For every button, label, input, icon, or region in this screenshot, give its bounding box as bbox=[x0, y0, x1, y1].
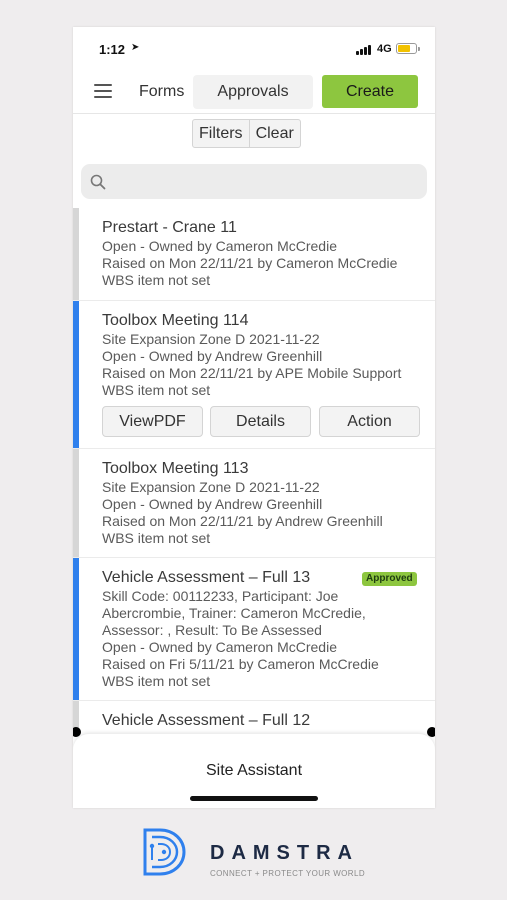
clear-button[interactable]: Clear bbox=[250, 120, 300, 147]
brand-name: DAMSTRA bbox=[210, 842, 359, 864]
view-pdf-button[interactable]: ViewPDF bbox=[102, 406, 203, 437]
card-line: Raised on Fri 5/11/21 by Cameron McCredi… bbox=[102, 656, 379, 672]
bottom-sheet: Site Assistant bbox=[73, 734, 435, 808]
details-button[interactable]: Details bbox=[210, 406, 311, 437]
home-indicator[interactable] bbox=[190, 796, 318, 801]
card-actions: ViewPDF Details Action bbox=[102, 406, 420, 437]
card-line: WBS item not set bbox=[102, 673, 211, 689]
search-icon bbox=[90, 174, 106, 190]
action-button[interactable]: Action bbox=[319, 406, 420, 437]
list-item-toolbox-meeting-114[interactable]: Toolbox Meeting 114 Site Expansion Zone … bbox=[73, 301, 435, 449]
status-bar: 1:12 ➤ 4G bbox=[73, 27, 435, 71]
signal-icon bbox=[356, 45, 374, 55]
status-badge: Approved bbox=[362, 572, 417, 586]
card-line: Abercrombie, Trainer: Cameron McCredie, bbox=[102, 605, 366, 621]
card-title: Toolbox Meeting 113 bbox=[102, 460, 249, 477]
list-item-toolbox-meeting-113[interactable]: Toolbox Meeting 113 Site Expansion Zone … bbox=[73, 449, 435, 558]
list-item-vehicle-assessment-13[interactable]: Vehicle Assessment – Full 13 Approved Sk… bbox=[73, 558, 435, 701]
hamburger-menu-icon[interactable] bbox=[94, 83, 112, 99]
card-line: WBS item not set bbox=[102, 530, 211, 546]
status-bar-indicator bbox=[73, 208, 79, 300]
card-line: Open - Owned by Cameron McCredie bbox=[102, 639, 337, 655]
card-line: Open - Owned by Andrew Greenhill bbox=[102, 496, 323, 512]
card-title: Vehicle Assessment – Full 13 bbox=[102, 569, 311, 586]
card-line: Raised on Mon 22/11/21 by APE Mobile Sup… bbox=[102, 365, 402, 381]
search-bar bbox=[81, 164, 427, 199]
card-line: WBS item not set bbox=[102, 382, 211, 398]
filter-bar: Filters Clear bbox=[192, 119, 301, 148]
sheet-corner-right bbox=[427, 727, 435, 737]
toolbar: Forms Approvals Create bbox=[73, 71, 435, 113]
list-item-vehicle-assessment-12[interactable]: Vehicle Assessment – Full 12 bbox=[73, 701, 435, 733]
brand-footer: DAMSTRA CONNECT + PROTECT YOUR WORLD bbox=[140, 826, 380, 882]
toolbar-divider bbox=[73, 113, 435, 114]
search-input[interactable] bbox=[113, 169, 413, 194]
card-line: Raised on Mon 22/11/21 by Andrew Greenhi… bbox=[102, 513, 383, 529]
card-line: Site Expansion Zone D 2021-11-22 bbox=[102, 331, 320, 347]
status-bar-indicator bbox=[73, 301, 79, 448]
status-bar-indicator bbox=[73, 558, 79, 700]
list-item-prestart-crane-11[interactable]: Prestart - Crane 11 Open - Owned by Came… bbox=[73, 208, 435, 301]
brand-tagline: CONNECT + PROTECT YOUR WORLD bbox=[210, 869, 365, 878]
damstra-logo-icon bbox=[143, 828, 186, 876]
card-line: Site Expansion Zone D 2021-11-22 bbox=[102, 479, 320, 495]
forms-list: Prestart - Crane 11 Open - Owned by Came… bbox=[73, 208, 435, 733]
card-line: Assessor: , Result: To Be Assessed bbox=[102, 622, 322, 638]
create-button[interactable]: Create bbox=[322, 75, 418, 108]
card-line: Raised on Mon 22/11/21 by Cameron McCred… bbox=[102, 255, 398, 271]
card-line: Open - Owned by Cameron McCredie bbox=[102, 238, 337, 254]
card-line: Open - Owned by Andrew Greenhill bbox=[102, 348, 323, 364]
status-bar-indicator bbox=[73, 449, 79, 557]
network-type: 4G bbox=[377, 43, 392, 55]
tab-forms[interactable]: Forms bbox=[139, 75, 184, 109]
card-line: Skill Code: 00112233, Participant: Joe bbox=[102, 588, 339, 604]
location-arrow-icon: ➤ bbox=[131, 42, 140, 53]
battery-icon bbox=[396, 43, 420, 54]
tab-approvals[interactable]: Approvals bbox=[193, 75, 313, 109]
card-title: Toolbox Meeting 114 bbox=[102, 312, 249, 329]
site-assistant-button[interactable]: Site Assistant bbox=[73, 762, 435, 780]
phone-screen: 1:12 ➤ 4G Forms Approvals Create Filters… bbox=[73, 27, 435, 808]
filters-button[interactable]: Filters bbox=[193, 120, 250, 147]
card-title: Prestart - Crane 11 bbox=[102, 219, 237, 236]
card-line: WBS item not set bbox=[102, 272, 211, 288]
card-title: Vehicle Assessment – Full 12 bbox=[102, 712, 311, 729]
status-time: 1:12 bbox=[99, 42, 126, 57]
